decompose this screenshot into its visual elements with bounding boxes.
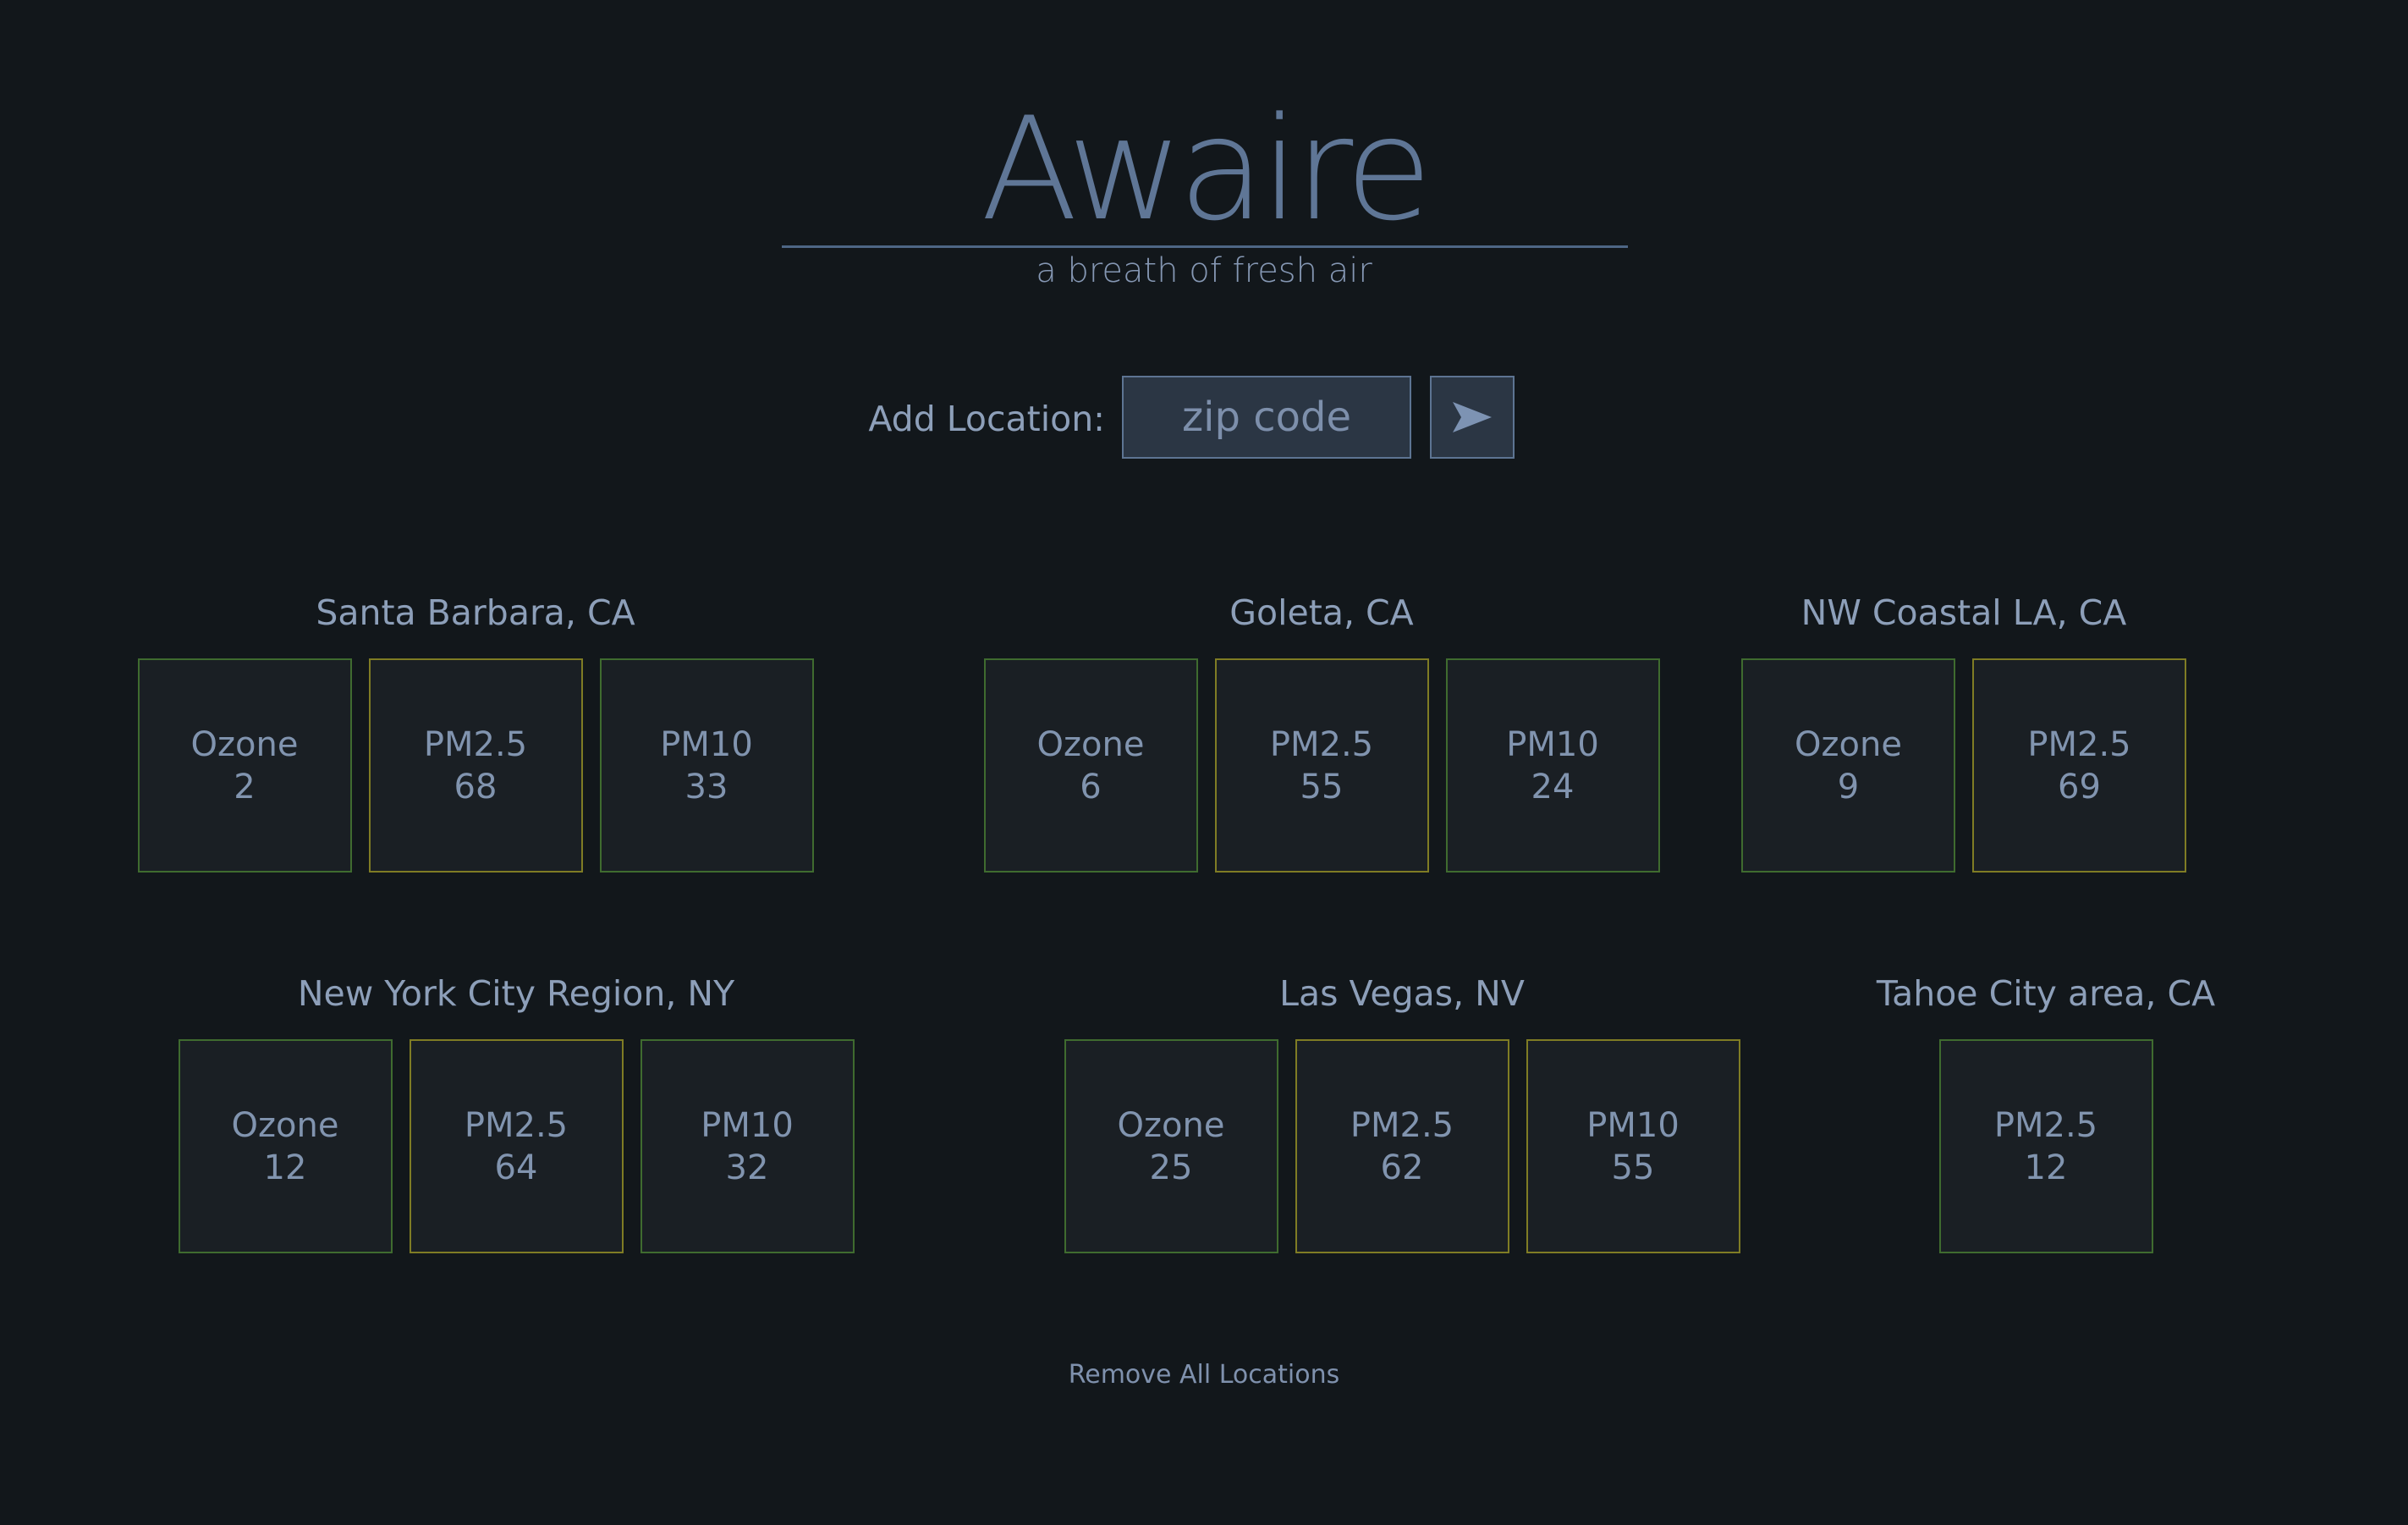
readings-row: Ozone 12 PM2.5 64 PM10 32 xyxy=(41,1039,992,1253)
pollutant-label: Ozone xyxy=(231,1105,339,1145)
pollutant-label: PM2.5 xyxy=(2027,724,2131,764)
pollutant-value: 9 xyxy=(1837,767,1860,807)
header-divider xyxy=(782,245,1628,248)
pollutant-value: 64 xyxy=(494,1148,538,1187)
ozone-tile[interactable]: Ozone 2 xyxy=(137,658,352,873)
pollutant-value: 68 xyxy=(454,767,498,807)
pm25-tile[interactable]: PM2.5 62 xyxy=(1295,1039,1509,1253)
pollutant-value: 2 xyxy=(234,767,256,807)
location-card: New York City Region, NY Ozone 12 PM2.5 … xyxy=(41,968,992,1256)
location-card: NW Coastal LA, CA Ozone 9 PM2.5 69 xyxy=(1625,587,2302,875)
readings-row: PM2.5 12 xyxy=(1707,1039,2384,1253)
ozone-tile[interactable]: Ozone 6 xyxy=(983,658,1198,873)
pollutant-value: 62 xyxy=(1380,1148,1424,1187)
remove-all-locations-link[interactable]: Remove All Locations xyxy=(950,1354,1458,1396)
ozone-tile[interactable]: Ozone 9 xyxy=(1741,658,1955,873)
pm25-tile[interactable]: PM2.5 64 xyxy=(409,1039,624,1253)
readings-row: Ozone 9 PM2.5 69 xyxy=(1625,658,2302,873)
pollutant-value: 12 xyxy=(2024,1148,2068,1187)
pm25-tile[interactable]: PM2.5 68 xyxy=(368,658,583,873)
app-tagline: a breath of fresh air xyxy=(1036,251,1372,290)
location-card: Tahoe City area, CA PM2.5 12 xyxy=(1741,968,2408,1256)
pollutant-value: 24 xyxy=(1531,767,1575,807)
pollutant-label: Ozone xyxy=(1117,1105,1225,1145)
pollutant-label: PM10 xyxy=(701,1105,794,1145)
ozone-tile[interactable]: Ozone 25 xyxy=(1064,1039,1278,1253)
pollutant-value: 6 xyxy=(1080,767,1102,807)
location-name: Tahoe City area, CA xyxy=(1876,973,2216,1014)
pollutant-value: 33 xyxy=(684,767,728,807)
location-card: Santa Barbara, CA Ozone 2 PM2.5 68 PM10 … xyxy=(0,587,951,875)
pollutant-value: 55 xyxy=(1300,767,1344,807)
pollutant-label: PM10 xyxy=(1586,1105,1680,1145)
add-location-label: Add Location: xyxy=(868,399,1105,439)
pollutant-label: PM2.5 xyxy=(423,724,528,764)
app-logo: Awaire xyxy=(981,86,1432,252)
pollutant-value: 12 xyxy=(263,1148,307,1187)
pollutant-label: Ozone xyxy=(1036,724,1145,764)
pollutant-label: PM10 xyxy=(1506,724,1599,764)
pollutant-value: 55 xyxy=(1611,1148,1655,1187)
pollutant-value: 69 xyxy=(2058,767,2101,807)
pm25-tile[interactable]: PM2.5 12 xyxy=(1938,1039,2153,1253)
pollutant-label: PM2.5 xyxy=(1269,724,1374,764)
pollutant-value: 32 xyxy=(725,1148,769,1187)
pollutant-label: PM2.5 xyxy=(1350,1105,1454,1145)
pollutant-label: PM2.5 xyxy=(464,1105,569,1145)
location-name: New York City Region, NY xyxy=(297,973,735,1014)
location-name: NW Coastal LA, CA xyxy=(1801,592,2127,633)
pm25-tile[interactable]: PM2.5 55 xyxy=(1214,658,1429,873)
pm10-tile[interactable]: PM10 33 xyxy=(599,658,814,873)
pollutant-label: Ozone xyxy=(190,724,299,764)
send-arrow-icon xyxy=(1453,402,1492,432)
location-name: Santa Barbara, CA xyxy=(316,592,635,633)
pollutant-label: PM10 xyxy=(660,724,753,764)
pm25-tile[interactable]: PM2.5 69 xyxy=(1972,658,2186,873)
pm10-tile[interactable]: PM10 32 xyxy=(640,1039,855,1253)
add-location-submit-button[interactable] xyxy=(1430,376,1515,459)
pollutant-label: PM2.5 xyxy=(1993,1105,2098,1145)
zip-code-input[interactable] xyxy=(1122,376,1411,459)
add-location-form: Add Location: xyxy=(0,376,2408,462)
pollutant-value: 25 xyxy=(1149,1148,1193,1187)
ozone-tile[interactable]: Ozone 12 xyxy=(178,1039,393,1253)
pollutant-label: Ozone xyxy=(1795,724,1902,764)
readings-row: Ozone 2 PM2.5 68 PM10 33 xyxy=(0,658,951,873)
